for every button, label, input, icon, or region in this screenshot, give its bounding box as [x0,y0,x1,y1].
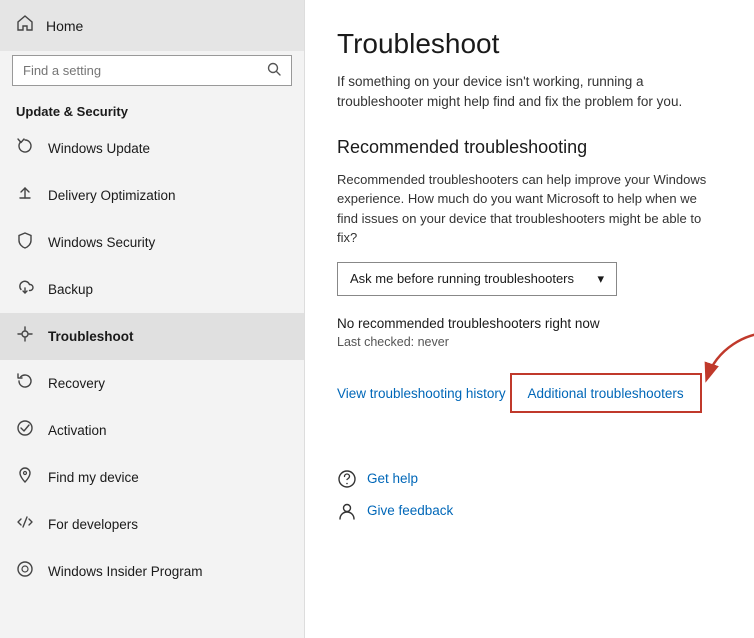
get-help-link[interactable]: Get help [337,469,722,489]
recovery-icon [16,372,34,395]
for-developers-icon [16,513,34,536]
give-feedback-label: Give feedback [367,503,453,518]
view-history-link[interactable]: View troubleshooting history [337,386,506,401]
sidebar-label-windows-insider: Windows Insider Program [48,564,203,579]
recommended-section-title: Recommended troubleshooting [337,137,722,158]
backup-icon [16,278,34,301]
sidebar-label-troubleshoot: Troubleshoot [48,329,134,344]
sidebar-label-activation: Activation [48,423,107,438]
windows-insider-icon [16,560,34,583]
delivery-optimization-icon [16,184,34,207]
no-troubleshooters-text: No recommended troubleshooters right now [337,316,722,331]
search-icon [267,62,281,79]
sidebar-item-delivery-optimization[interactable]: Delivery Optimization [0,172,304,219]
find-my-device-icon [16,466,34,489]
page-title: Troubleshoot [337,28,722,60]
dropdown-value: Ask me before running troubleshooters [350,271,574,286]
sidebar: Home Update & Security Windows Update [0,0,305,638]
get-help-icon [337,469,357,489]
give-feedback-icon [337,501,357,521]
activation-icon [16,419,34,442]
recommended-section-desc: Recommended troubleshooters can help imp… [337,170,717,248]
sidebar-label-recovery: Recovery [48,376,105,391]
home-icon [16,14,34,37]
page-description: If something on your device isn't workin… [337,72,717,113]
sidebar-label-find-my-device: Find my device [48,470,139,485]
troubleshooter-dropdown[interactable]: Ask me before running troubleshooters ▾ [337,262,617,296]
additional-troubleshooters-link[interactable]: Additional troubleshooters [528,386,684,401]
troubleshoot-icon [16,325,34,348]
section-title: Update & Security [0,94,304,125]
sidebar-label-for-developers: For developers [48,517,138,532]
search-box[interactable] [12,55,292,86]
windows-update-icon [16,137,34,160]
windows-security-icon [16,231,34,254]
main-content: Troubleshoot If something on your device… [305,0,754,638]
sidebar-label-backup: Backup [48,282,93,297]
sidebar-item-troubleshoot[interactable]: Troubleshoot [0,313,304,360]
sidebar-item-windows-update[interactable]: Windows Update [0,125,304,172]
sidebar-item-backup[interactable]: Backup [0,266,304,313]
home-label: Home [46,18,83,34]
sidebar-label-windows-security: Windows Security [48,235,155,250]
sidebar-item-find-my-device[interactable]: Find my device [0,454,304,501]
sidebar-item-for-developers[interactable]: For developers [0,501,304,548]
sidebar-item-home[interactable]: Home [0,0,304,51]
sidebar-item-recovery[interactable]: Recovery [0,360,304,407]
additional-troubleshooters-box[interactable]: Additional troubleshooters [510,373,702,413]
sidebar-item-windows-insider[interactable]: Windows Insider Program [0,548,304,595]
sidebar-label-windows-update: Windows Update [48,141,150,156]
search-input[interactable] [23,63,259,78]
get-help-label: Get help [367,471,418,486]
chevron-down-icon: ▾ [597,271,604,287]
sidebar-label-delivery-optimization: Delivery Optimization [48,188,176,203]
sidebar-item-windows-security[interactable]: Windows Security [0,219,304,266]
give-feedback-link[interactable]: Give feedback [337,501,722,521]
footer-links: Get help Give feedback [337,469,722,521]
sidebar-item-activation[interactable]: Activation [0,407,304,454]
last-checked-text: Last checked: never [337,335,722,349]
